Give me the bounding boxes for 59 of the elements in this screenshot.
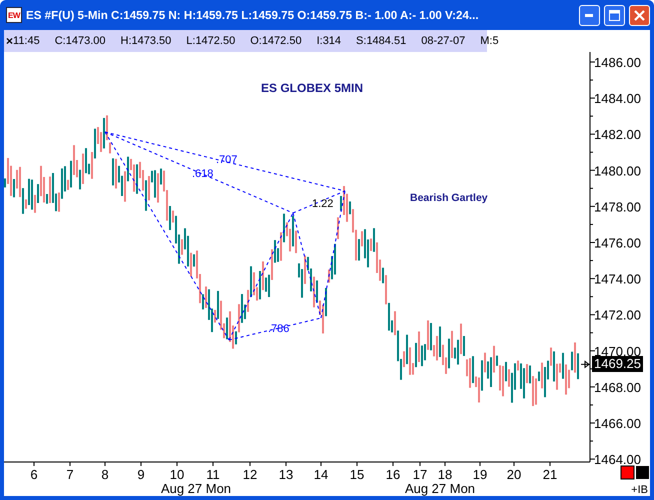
time-label: 8: [101, 467, 109, 482]
time-label: 6: [30, 467, 38, 482]
ratio-label: 1.22: [312, 198, 334, 210]
quote-field: I:314: [316, 35, 342, 47]
time-label: 18: [438, 467, 452, 482]
date-label: Aug 27 Mon: [404, 481, 476, 496]
price-label: 1478.00: [594, 199, 641, 214]
quote-field: 11:45: [13, 35, 40, 47]
last-price-tag: 1469.25: [592, 356, 643, 372]
price-label: 1484.00: [594, 91, 641, 106]
close-button[interactable]: [629, 4, 650, 26]
time-label: 7: [66, 467, 74, 482]
quote-field: 08-27-07: [421, 35, 466, 47]
time-label: 21: [542, 467, 558, 482]
chart-title: ES GLOBEX 5MIN: [260, 81, 364, 95]
time-label: 20: [506, 467, 522, 482]
quote-field: L:1472.50: [186, 35, 236, 47]
minimize-button[interactable]: [579, 4, 600, 26]
time-label: 13: [278, 467, 294, 482]
pattern-label: Bearish Gartley: [410, 192, 488, 204]
app-logo: EW: [6, 7, 22, 23]
quote-field: M:5: [480, 35, 499, 47]
price-label: 1486.00: [594, 55, 641, 70]
price-label: 1466.00: [594, 416, 641, 431]
window-title: ES #F(U) 5-Min C:1459.75 N: H:1459.75 L:1459.75 O:1459.75 B:- 1.00 A:- 1.00 V:24...: [26, 8, 480, 22]
time-label: 15: [350, 467, 364, 482]
price-label: 1480.00: [594, 163, 641, 178]
time-label: 16: [386, 467, 400, 482]
date-label: Aug 27 Mon: [160, 481, 232, 496]
quote-field: O:1472.50: [250, 35, 302, 47]
time-label: 19: [472, 467, 488, 482]
price-label: 1474.00: [594, 272, 641, 287]
time-label: 9: [137, 467, 145, 482]
minimize-icon: [585, 14, 594, 16]
maximize-icon: [609, 10, 620, 20]
time-label: 12: [242, 467, 258, 482]
price-label: 1464.00: [594, 452, 641, 468]
quote-field: S:1484.51: [356, 35, 406, 47]
price-label: 1476.00: [594, 236, 641, 250]
time-label: 11: [206, 467, 220, 482]
price-label: 1472.00: [594, 308, 641, 323]
quote-field: C:1473.00: [54, 35, 106, 47]
quote-field: H:1473.50: [120, 35, 172, 47]
time-label: 14: [314, 467, 328, 482]
ratio-label: .707: [216, 154, 238, 166]
close-icon: [634, 10, 645, 20]
maximize-button[interactable]: [604, 4, 625, 26]
time-label: 17: [412, 467, 428, 482]
corner-label: +IB: [631, 484, 648, 496]
close-info-button[interactable]: ×: [6, 34, 14, 48]
price-label: 1482.00: [594, 127, 641, 142]
price-label: 1468.00: [594, 380, 641, 395]
time-label: 10: [170, 467, 184, 482]
ratio-label: .786: [268, 323, 290, 335]
color-swatch[interactable]: [636, 466, 649, 479]
price-marker-icon: [580, 360, 590, 368]
color-swatch[interactable]: [620, 466, 634, 480]
price-label: 1470.00: [594, 344, 641, 359]
ratio-label: .618: [192, 168, 214, 180]
